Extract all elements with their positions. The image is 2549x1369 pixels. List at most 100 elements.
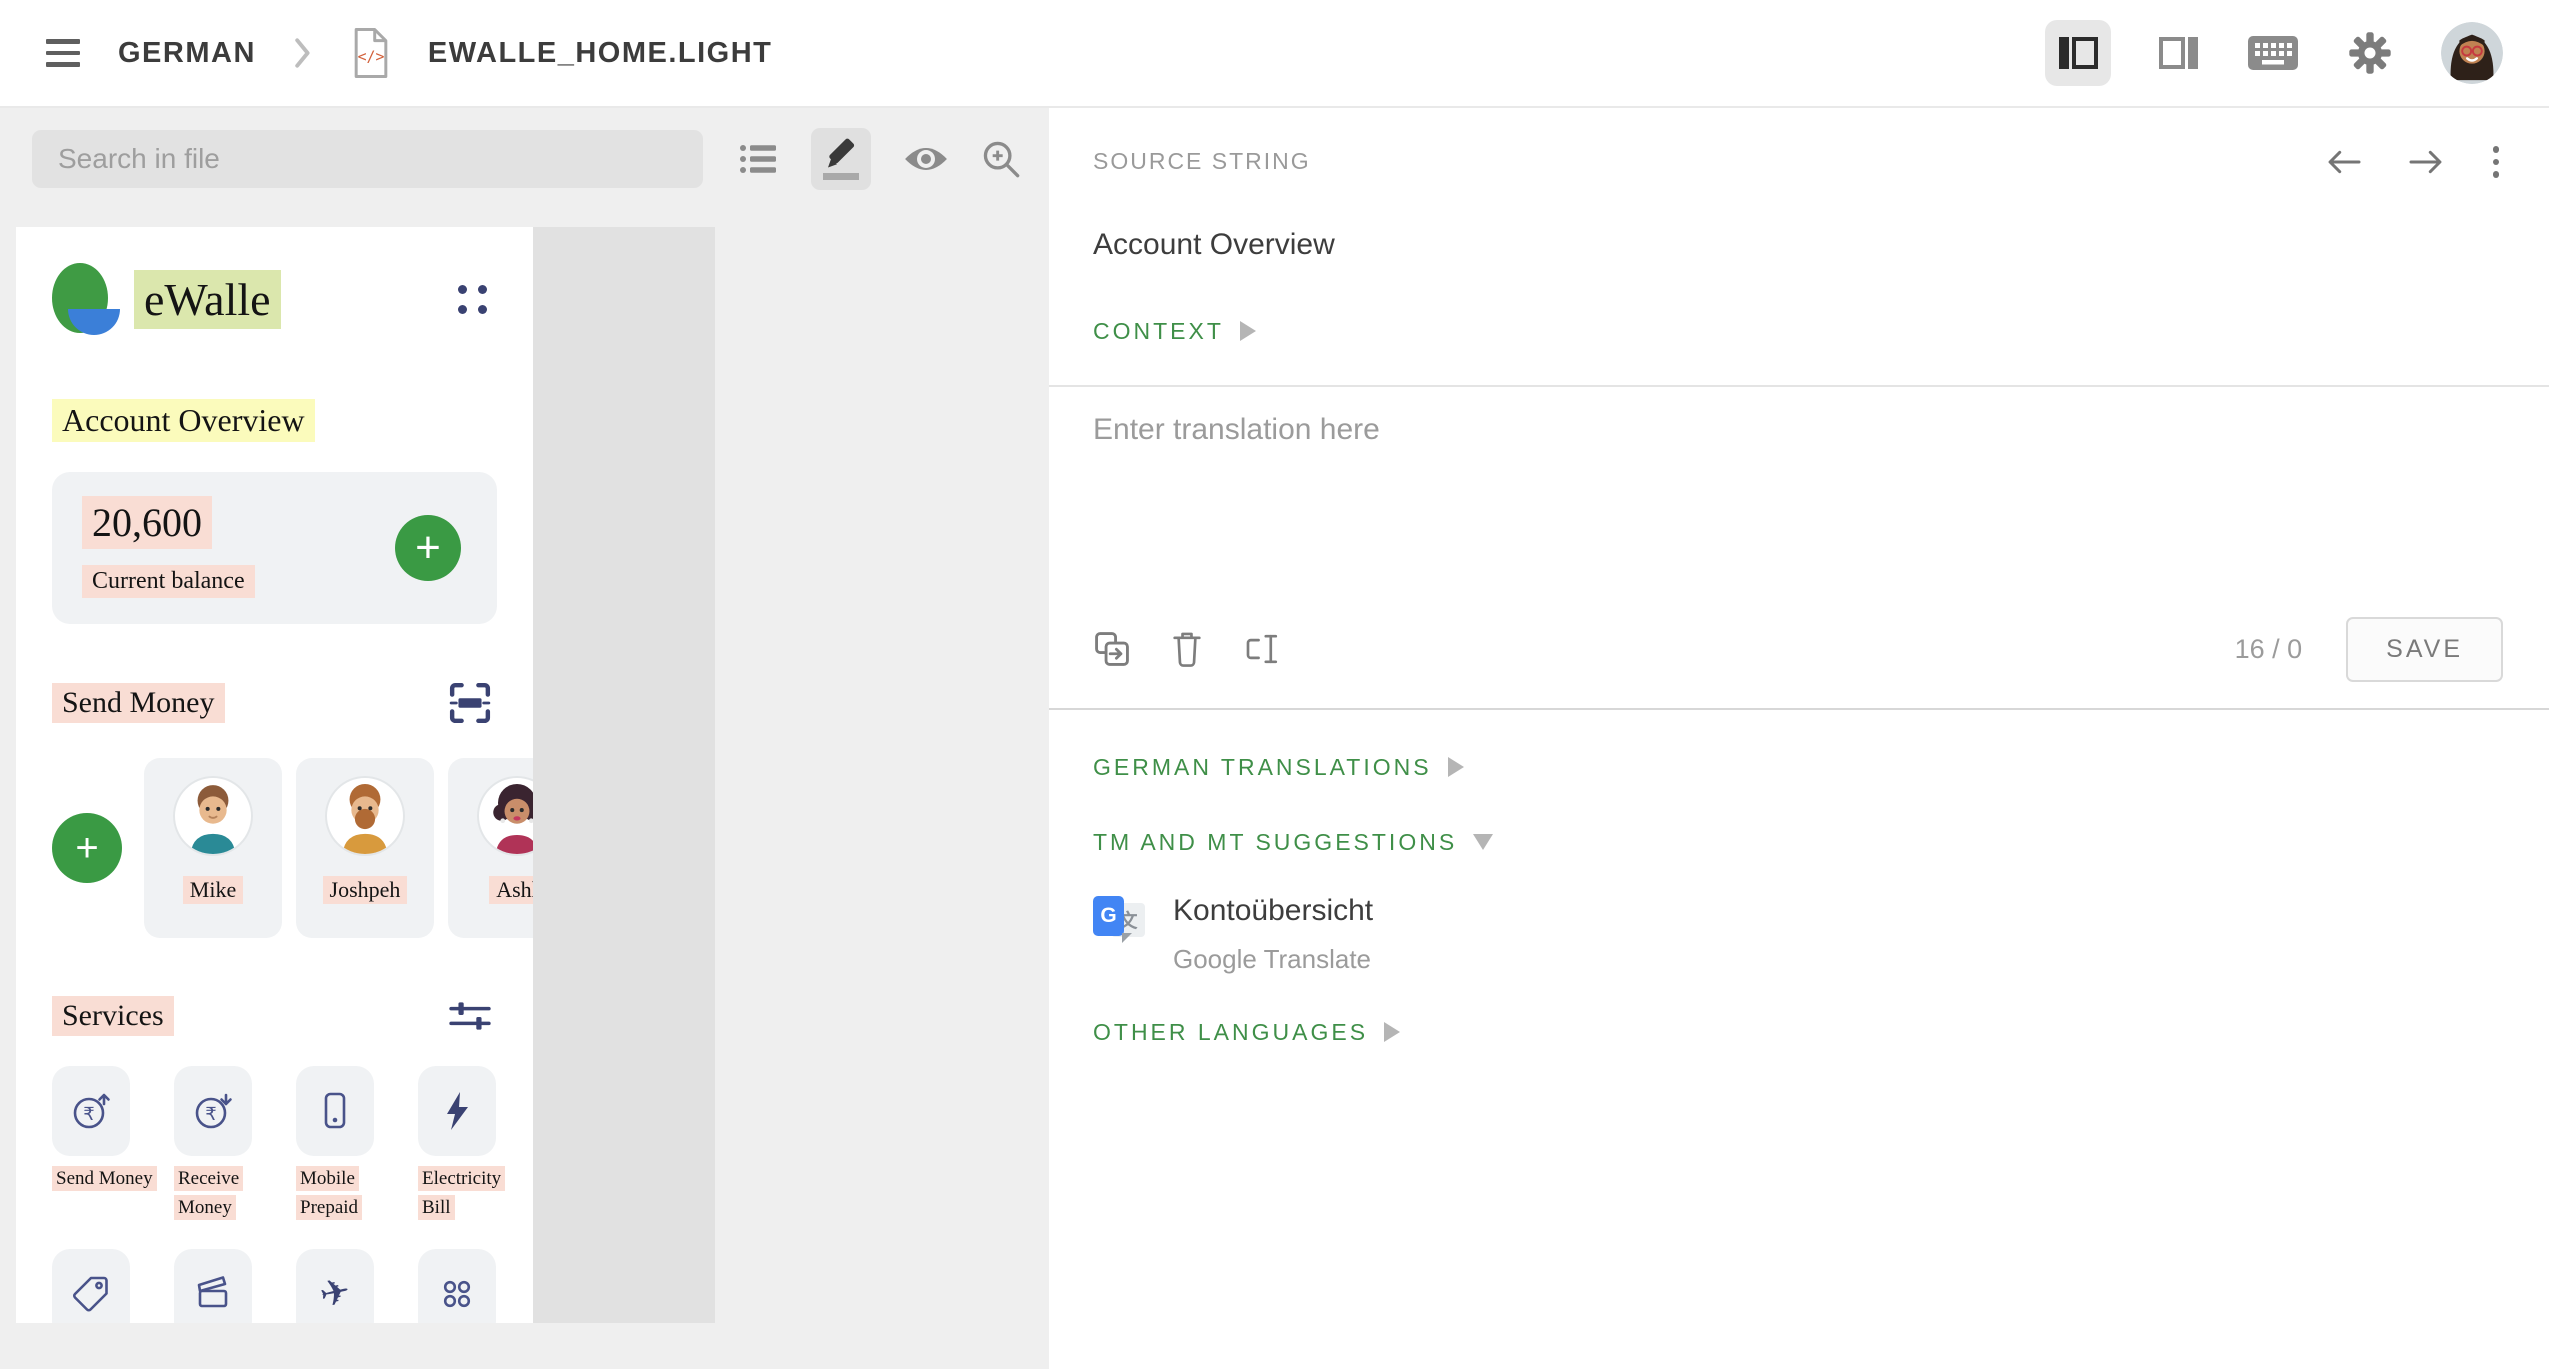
service-mobile-prepaid[interactable]: Mobile Prepaid: [296, 1066, 374, 1223]
contact-card-mike[interactable]: Mike: [144, 758, 282, 938]
arrow-left-icon[interactable]: [2325, 147, 2363, 177]
file-code-icon: </>: [350, 27, 392, 79]
panel-right-icon[interactable]: [2159, 36, 2199, 70]
service-label: Send Money: [52, 1166, 157, 1191]
edit-pencil-icon[interactable]: [811, 128, 871, 190]
contact-name: Joshpeh: [323, 876, 408, 904]
service-movie-tickets[interactable]: Movie Tickets: [174, 1249, 252, 1323]
balance-label-string[interactable]: Current balance: [82, 565, 255, 598]
more-options-icon: [418, 1249, 496, 1323]
service-label: Receive Money: [174, 1166, 243, 1220]
phone-screen: eWalle Account Overview 20,600 Current b…: [16, 227, 533, 1323]
main-split: eWalle Account Overview 20,600 Current b…: [0, 108, 2549, 1369]
preview-toolbar: [32, 128, 1049, 190]
insert-text-icon[interactable]: [1243, 631, 1283, 667]
send-money-string[interactable]: Send Money: [52, 683, 225, 723]
tm-mt-label: TM AND MT SUGGESTIONS: [1093, 829, 1457, 856]
tm-mt-suggestions-toggle[interactable]: TM AND MT SUGGESTIONS: [1093, 829, 2505, 856]
service-label: Electricity Bill: [418, 1166, 505, 1220]
cashback-tag-icon: [52, 1249, 130, 1323]
movie-clapper-icon: [174, 1249, 252, 1323]
app-name-string[interactable]: eWalle: [134, 270, 281, 329]
panel-left-icon[interactable]: [2045, 20, 2111, 86]
char-counter: 16 / 0: [2235, 634, 2303, 665]
grid-dots-icon[interactable]: [458, 285, 487, 314]
preview-eye-icon[interactable]: [903, 144, 949, 174]
breadcrumb-language[interactable]: GERMAN: [118, 37, 256, 70]
svg-text:</>: </>: [358, 49, 385, 66]
phone-screenshot-preview: eWalle Account Overview 20,600 Current b…: [16, 227, 1049, 1323]
svg-text:₹: ₹: [83, 1104, 94, 1125]
app: GERMAN </> EWALLE_HOME.LIGHT: [0, 0, 2549, 1369]
arrow-right-icon[interactable]: [2407, 147, 2445, 177]
service-flight-tickets[interactable]: ✈ Flight Tickets: [296, 1249, 374, 1323]
svg-text:₹: ₹: [205, 1104, 216, 1125]
receive-money-icon: ₹: [174, 1066, 252, 1156]
german-translations-label: GERMAN TRANSLATIONS: [1093, 754, 1432, 781]
service-receive-money[interactable]: ₹ Receive Money: [174, 1066, 252, 1223]
copy-source-icon[interactable]: [1093, 630, 1131, 668]
add-contact-button[interactable]: +: [52, 813, 122, 883]
breadcrumb-file[interactable]: EWALLE_HOME.LIGHT: [428, 37, 773, 70]
mt-suggestion-row[interactable]: 文 G Kontoübersicht Google Translate: [1093, 894, 2505, 975]
tune-sliders-icon[interactable]: [449, 1001, 491, 1031]
keyboard-icon[interactable]: [2247, 35, 2299, 71]
file-preview-panel: eWalle Account Overview 20,600 Current b…: [0, 108, 1049, 1369]
service-more-options[interactable]: More Options: [418, 1249, 496, 1323]
contact-name: Mike: [183, 876, 243, 904]
services-string[interactable]: Services: [52, 996, 174, 1036]
settings-gear-icon[interactable]: [2347, 30, 2393, 76]
contact-card-ashley[interactable]: Ashl: [448, 758, 533, 938]
scan-icon[interactable]: [449, 682, 491, 724]
send-money-icon: ₹: [52, 1066, 130, 1156]
topbar: GERMAN </> EWALLE_HOME.LIGHT: [0, 0, 2549, 108]
contact-card-joshpeh[interactable]: Joshpeh: [296, 758, 434, 938]
search-input[interactable]: [32, 130, 703, 188]
save-button[interactable]: SAVE: [2346, 617, 2503, 682]
suggestion-provider: Google Translate: [1173, 944, 1373, 975]
account-overview-string[interactable]: Account Overview: [52, 399, 315, 442]
suggestion-text: Kontoübersicht: [1173, 894, 1373, 928]
other-languages-toggle[interactable]: OTHER LANGUAGES: [1093, 1019, 2505, 1046]
other-languages-label: OTHER LANGUAGES: [1093, 1019, 1368, 1046]
zoom-in-icon[interactable]: [981, 139, 1021, 179]
german-translations-toggle[interactable]: GERMAN TRANSLATIONS: [1093, 754, 2505, 781]
source-text: Account Overview: [1093, 228, 2505, 262]
list-view-icon[interactable]: [739, 143, 779, 175]
breadcrumb-chevron-icon: [294, 38, 312, 68]
user-avatar[interactable]: [2441, 22, 2503, 84]
service-send-money[interactable]: ₹ Send Money: [52, 1066, 130, 1223]
expand-right-triangle-icon: [1240, 321, 1256, 341]
contact-avatar: [479, 778, 533, 854]
source-string-label: SOURCE STRING: [1093, 148, 1311, 175]
electricity-icon: [418, 1066, 496, 1156]
google-translate-icon: 文 G: [1093, 894, 1145, 946]
service-label: Mobile Prepaid: [296, 1166, 362, 1220]
translation-input[interactable]: [1093, 413, 2505, 603]
service-electricity-bill[interactable]: Electricity Bill: [418, 1066, 496, 1223]
divider: [1049, 385, 2549, 387]
translation-editor-panel: SOURCE STRING Account Overview CONTEXT: [1049, 108, 2549, 1369]
collapse-down-triangle-icon: [1473, 834, 1493, 850]
balance-value-string[interactable]: 20,600: [82, 496, 212, 549]
phone-background-strip: [533, 227, 715, 1323]
breadcrumb: GERMAN </> EWALLE_HOME.LIGHT: [44, 27, 772, 79]
ewalle-logo: [52, 261, 118, 337]
context-label: CONTEXT: [1093, 318, 1224, 345]
context-toggle[interactable]: CONTEXT: [1093, 318, 2505, 345]
delete-trash-icon[interactable]: [1169, 630, 1205, 668]
contacts-row: + Mike: [52, 758, 497, 938]
contact-avatar: [175, 778, 251, 854]
expand-right-triangle-icon: [1384, 1022, 1400, 1042]
topbar-actions: [2045, 20, 2503, 86]
add-balance-button[interactable]: +: [395, 515, 461, 581]
services-grid: ₹ Send Money ₹: [52, 1066, 497, 1323]
menu-icon[interactable]: [44, 33, 82, 73]
service-cashback-offer[interactable]: Cashback Offer: [52, 1249, 130, 1323]
flight-plane-icon: ✈: [296, 1249, 374, 1323]
mobile-prepaid-icon: [296, 1066, 374, 1156]
contact-avatar: [327, 778, 403, 854]
kebab-menu-icon[interactable]: [2489, 142, 2504, 182]
contact-name: Ashl: [489, 876, 533, 904]
expand-right-triangle-icon: [1448, 757, 1464, 777]
